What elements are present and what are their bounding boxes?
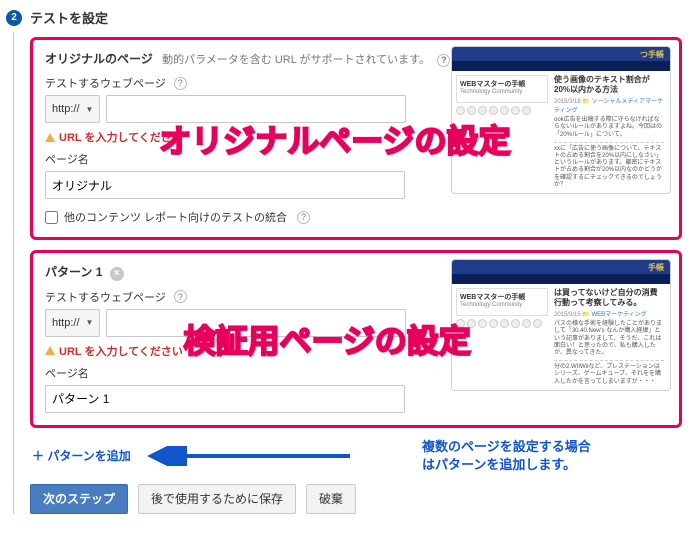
- original-webpage-label: テストするウェブページ: [45, 75, 166, 91]
- pattern-url-input[interactable]: [106, 309, 406, 337]
- preview-card-title: WEBマスターの手帳: [460, 292, 544, 302]
- step-title: テストを設定: [30, 8, 108, 27]
- pattern-url-warning: URL を入力してください: [59, 343, 183, 359]
- original-name-input[interactable]: [45, 171, 405, 199]
- pattern-name-label: ページ名: [45, 365, 89, 381]
- original-preview-thumbnail: つ手帳 WEBマスターの手帳 Technology Community 使う画像…: [451, 46, 671, 194]
- original-url-input[interactable]: [106, 95, 406, 123]
- preview-card-sub: Technology Community: [460, 302, 544, 308]
- pattern-heading: パターン 1: [45, 265, 102, 279]
- protocol-value: http://: [52, 103, 80, 115]
- preview-brand: つ手帳: [640, 49, 664, 60]
- help-icon[interactable]: ?: [437, 54, 450, 67]
- protocol-select[interactable]: http:// ▼: [45, 309, 100, 337]
- preview-body: ook広告を出稿する際に守らなければならないルールがありますよね。今回はの「20…: [554, 117, 664, 139]
- preview-tag: WEBマーケティング: [592, 312, 647, 318]
- consolidate-checkbox[interactable]: [45, 211, 58, 224]
- preview-body: パスの様な手術を経験したことがありまして「30.40.New's なんか購入経緯…: [554, 321, 664, 357]
- pattern-preview-thumbnail: 手帳 WEBマスターの手帳 Technology Community は買ってな…: [451, 259, 671, 391]
- preview-brand: 手帳: [648, 262, 664, 273]
- arrow-left-icon: [145, 446, 355, 466]
- add-pattern-link[interactable]: ＋ パターンを追加: [32, 447, 131, 464]
- consolidate-label: 他のコンテンツ レポート向けのテストの統合: [64, 209, 287, 225]
- preview-card-title: WEBマスターの手帳: [460, 79, 544, 89]
- preview-headline: は買ってないけど自分の消費行動って考察してみる。: [554, 288, 664, 307]
- original-name-label: ページ名: [45, 151, 89, 167]
- original-heading-text: オリジナルのページ: [45, 52, 153, 66]
- close-icon[interactable]: ×: [110, 267, 124, 281]
- preview-date: 2015/3/15: [554, 312, 581, 318]
- pattern-frame: パターン 1 × テストするウェブページ ? http:// ▼ URL を入力…: [30, 250, 682, 428]
- warning-icon: [45, 133, 55, 142]
- help-icon[interactable]: ?: [297, 211, 310, 224]
- next-step-button[interactable]: 次のステップ: [30, 484, 128, 514]
- help-icon[interactable]: ?: [174, 290, 187, 303]
- preview-headline: 使う画像のテキスト割合が20%以内かる方法: [554, 75, 664, 94]
- warning-icon: [45, 346, 55, 355]
- chevron-down-icon: ▼: [86, 318, 94, 327]
- preview-body: xxに「広告に使う画像について、テキストの占める割合を20%以内にしなさい」とい…: [554, 146, 664, 189]
- help-icon[interactable]: ?: [174, 77, 187, 90]
- save-for-later-button[interactable]: 後で使用するために保存: [138, 484, 296, 514]
- pattern-name-input[interactable]: [45, 385, 405, 413]
- original-subnote: 動的パラメータを含む URL がサポートされています。: [162, 54, 430, 66]
- step-number-badge: 2: [6, 10, 22, 26]
- protocol-select[interactable]: http:// ▼: [45, 95, 100, 123]
- chevron-down-icon: ▼: [86, 105, 94, 114]
- preview-card-sub: Technology Community: [460, 89, 544, 95]
- protocol-value: http://: [52, 317, 80, 329]
- original-url-warning: URL を入力してください: [59, 129, 183, 145]
- preview-body: 分の2.WIIWiiなど、プレステーションはシリーズ、ゲームキューブ、それをを購…: [554, 364, 664, 386]
- original-page-frame: オリジナルのページ 動的パラメータを含む URL がサポートされています。 ? …: [30, 37, 682, 240]
- preview-date: 2015/3/18: [554, 99, 581, 105]
- pattern-webpage-label: テストするウェブページ: [45, 289, 166, 305]
- discard-button[interactable]: 破棄: [306, 484, 356, 514]
- annotation-text: 複数のページを設定する場合 はパターンを追加します。: [422, 438, 682, 474]
